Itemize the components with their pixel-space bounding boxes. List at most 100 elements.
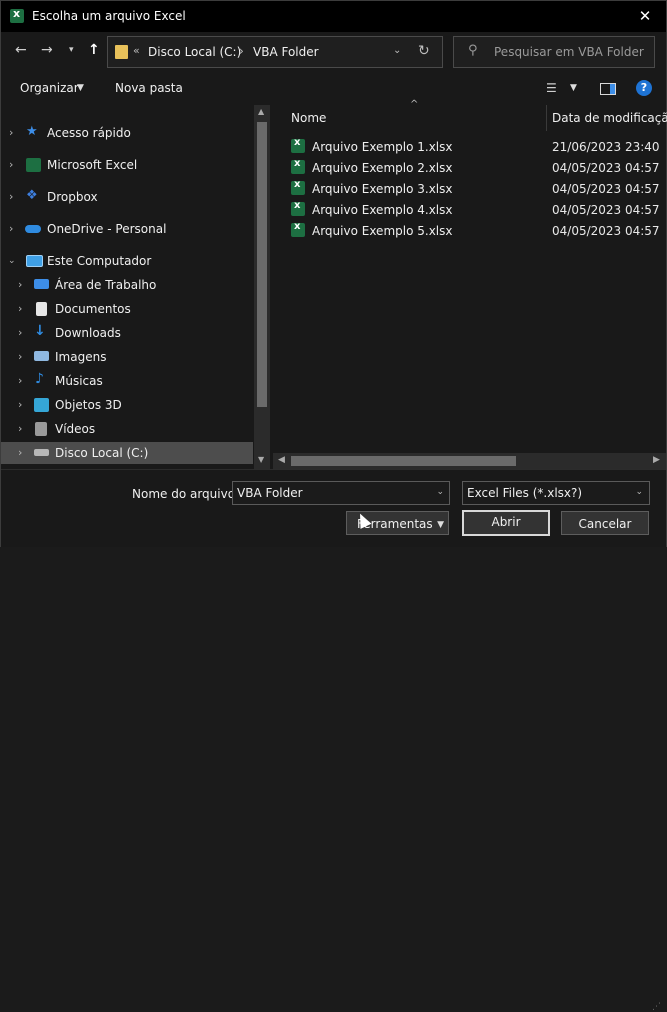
- expand-chevron-icon[interactable]: ›: [18, 422, 22, 435]
- folder-icon: [115, 45, 128, 59]
- filename-label: Nome do arquivo:: [132, 487, 240, 501]
- scrollbar-thumb[interactable]: [291, 456, 516, 466]
- file-type-select[interactable]: Excel Files (*.xlsx?) ⌄: [462, 481, 650, 505]
- sidebar-item-label: Este Computador: [47, 254, 152, 268]
- sidebar-item-imagens[interactable]: › Imagens: [1, 346, 253, 368]
- breadcrumb-vba-folder[interactable]: VBA Folder: [253, 45, 319, 59]
- expand-chevron-icon[interactable]: ›: [9, 190, 13, 203]
- sidebar-item-label: OneDrive - Personal: [47, 222, 167, 236]
- open-button[interactable]: Abrir: [462, 510, 550, 536]
- file-name: Arquivo Exemplo 1.xlsx: [312, 140, 453, 154]
- sidebar-item-disco-local[interactable]: › Disco Local (C:): [1, 442, 253, 464]
- cancel-button[interactable]: Cancelar: [561, 511, 649, 535]
- file-row[interactable]: Arquivo Exemplo 3.xlsx 04/05/2023 04:57: [273, 178, 666, 199]
- excel-file-icon: [291, 158, 305, 174]
- sort-ascending-icon: ^: [410, 99, 419, 110]
- breadcrumb-overflow[interactable]: «: [133, 44, 140, 57]
- forward-arrow-icon[interactable]: →: [41, 42, 53, 58]
- close-button[interactable]: ✕: [634, 6, 656, 26]
- scroll-up-icon[interactable]: ▲: [258, 107, 264, 116]
- scroll-left-icon[interactable]: ◀: [278, 455, 285, 465]
- expand-chevron-icon[interactable]: ›: [9, 126, 13, 139]
- navigation-scrollbar[interactable]: ▲ ▼: [254, 105, 270, 469]
- file-name: Arquivo Exemplo 2.xlsx: [312, 161, 453, 175]
- address-dropdown-icon[interactable]: ⌄: [393, 45, 401, 56]
- file-name: Arquivo Exemplo 3.xlsx: [312, 182, 453, 196]
- sidebar-item-dropbox[interactable]: › ❖ Dropbox: [1, 186, 253, 208]
- resize-grip-icon[interactable]: ⋰: [652, 1002, 661, 1012]
- file-row[interactable]: Arquivo Exemplo 1.xlsx 21/06/2023 23:40: [273, 136, 666, 157]
- collapse-chevron-icon[interactable]: ⌄: [8, 256, 16, 266]
- expand-chevron-icon[interactable]: ›: [18, 398, 22, 411]
- expand-chevron-icon[interactable]: ›: [18, 446, 22, 459]
- sidebar-item-label: Documentos: [55, 302, 131, 316]
- excel-file-icon: [291, 200, 305, 216]
- command-bar: Organizar ▼ Nova pasta ☰ ▼ ?: [1, 71, 666, 105]
- file-name: Arquivo Exemplo 5.xlsx: [312, 224, 453, 238]
- sidebar-item-area-de-trabalho[interactable]: › Área de Trabalho: [1, 274, 253, 296]
- new-folder-button[interactable]: Nova pasta: [115, 81, 183, 95]
- file-date: 21/06/2023 23:40: [552, 140, 660, 154]
- file-list: ^ Nome Data de modificação Arquivo Exemp…: [273, 99, 667, 469]
- sidebar-item-objetos-3d[interactable]: › Objetos 3D: [1, 394, 253, 416]
- expand-chevron-icon[interactable]: ›: [18, 350, 22, 363]
- navigation-bar: ← → ▾ ↑ « Disco Local (C:) › VBA Folder …: [1, 32, 666, 71]
- file-row[interactable]: Arquivo Exemplo 5.xlsx 04/05/2023 04:57: [273, 220, 666, 241]
- document-icon: [36, 302, 47, 316]
- file-row[interactable]: Arquivo Exemplo 4.xlsx 04/05/2023 04:57: [273, 199, 666, 220]
- dropbox-icon: ❖: [26, 188, 38, 203]
- sidebar-item-acesso-rapido[interactable]: › ★ Acesso rápido: [1, 122, 253, 144]
- file-row[interactable]: Arquivo Exemplo 2.xlsx 04/05/2023 04:57: [273, 157, 666, 178]
- excel-file-icon: [291, 179, 305, 195]
- search-input[interactable]: Pesquisar em VBA Folder: [494, 45, 644, 59]
- expand-chevron-icon[interactable]: ›: [18, 326, 22, 339]
- up-arrow-icon[interactable]: ↑: [88, 42, 100, 58]
- download-icon: ↓: [34, 323, 46, 339]
- sidebar-item-label: Imagens: [55, 350, 107, 364]
- sidebar-item-microsoft-excel[interactable]: › Microsoft Excel: [1, 154, 253, 176]
- column-header-date[interactable]: Data de modificação: [552, 111, 667, 125]
- view-options-icon[interactable]: ☰: [546, 81, 557, 95]
- preview-pane-icon[interactable]: [600, 83, 616, 95]
- expand-chevron-icon[interactable]: ›: [18, 278, 22, 291]
- address-bar[interactable]: « Disco Local (C:) › VBA Folder ⌄ ↻: [107, 36, 443, 68]
- title-bar: Escolha um arquivo Excel ✕: [1, 1, 666, 32]
- sidebar-item-label: Disco Local (C:): [55, 446, 149, 460]
- sidebar-item-downloads[interactable]: › ↓ Downloads: [1, 322, 253, 344]
- sidebar-item-este-computador[interactable]: ⌄ Este Computador: [1, 250, 253, 272]
- sidebar-item-label: Área de Trabalho: [55, 278, 157, 292]
- back-arrow-icon[interactable]: ←: [15, 42, 27, 58]
- search-box[interactable]: ⚲ Pesquisar em VBA Folder: [453, 36, 655, 68]
- scrollbar-thumb[interactable]: [257, 122, 267, 407]
- chevron-down-icon[interactable]: ⌄: [436, 487, 444, 497]
- organize-button[interactable]: Organizar: [20, 81, 79, 95]
- sidebar-item-videos[interactable]: › Vídeos: [1, 418, 253, 440]
- expand-chevron-icon[interactable]: ›: [9, 158, 13, 171]
- filename-combobox[interactable]: VBA Folder ⌄: [232, 481, 450, 505]
- navigation-pane: › ★ Acesso rápido › Microsoft Excel › ❖ …: [1, 105, 271, 469]
- expand-chevron-icon[interactable]: ›: [18, 302, 22, 315]
- column-header-name[interactable]: Nome: [291, 111, 326, 125]
- scroll-right-icon[interactable]: ▶: [653, 455, 660, 465]
- file-name: Arquivo Exemplo 4.xlsx: [312, 203, 453, 217]
- sidebar-item-musicas[interactable]: › ♪ Músicas: [1, 370, 253, 392]
- breadcrumb-disco-local[interactable]: Disco Local (C:): [148, 45, 241, 59]
- refresh-icon[interactable]: ↻: [418, 43, 430, 59]
- sidebar-item-onedrive[interactable]: › OneDrive - Personal: [1, 218, 253, 240]
- file-list-horizontal-scrollbar[interactable]: ◀ ▶: [273, 453, 666, 469]
- view-caret-icon[interactable]: ▼: [570, 83, 577, 93]
- sidebar-item-label: Microsoft Excel: [47, 158, 138, 172]
- chevron-down-icon[interactable]: ⌄: [635, 487, 643, 497]
- expand-chevron-icon[interactable]: ›: [18, 374, 22, 387]
- recent-locations-chevron-icon[interactable]: ▾: [69, 45, 74, 55]
- help-icon[interactable]: ?: [636, 80, 652, 96]
- column-divider[interactable]: [546, 105, 547, 131]
- sidebar-item-documentos[interactable]: › Documentos: [1, 298, 253, 320]
- expand-chevron-icon[interactable]: ›: [9, 222, 13, 235]
- breadcrumb-separator-icon: ›: [239, 44, 244, 58]
- file-date: 04/05/2023 04:57: [552, 203, 660, 217]
- file-date: 04/05/2023 04:57: [552, 224, 660, 238]
- filename-input[interactable]: VBA Folder: [237, 486, 303, 500]
- scroll-down-icon[interactable]: ▼: [258, 455, 264, 464]
- tools-caret-icon[interactable]: ▼: [437, 513, 444, 537]
